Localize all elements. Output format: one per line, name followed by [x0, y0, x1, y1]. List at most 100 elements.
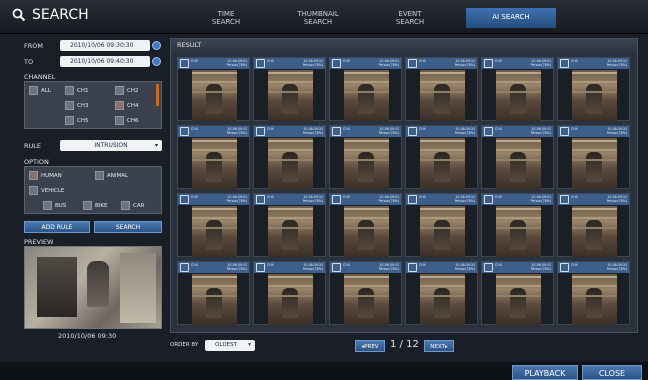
result-thumbnail[interactable]: CH4 10-06-09:31 Person(78%)	[329, 57, 402, 121]
close-button[interactable]: CLOSE	[582, 365, 642, 380]
zoom-icon[interactable]	[484, 127, 493, 136]
channel-ch5-checkbox[interactable]: CH5	[65, 116, 88, 125]
result-thumbnail[interactable]: CH4 10-06-09:31 Person(78%)	[177, 261, 250, 325]
zoom-icon[interactable]	[332, 59, 341, 68]
result-thumbnail[interactable]: CH4 10-06-09:31 Person(78%)	[177, 57, 250, 121]
result-thumbnail[interactable]: CH4 10-06-09:31 Person(78%)	[405, 57, 478, 121]
thumbnail-channel: CH4	[571, 59, 578, 63]
zoom-icon[interactable]	[332, 127, 341, 136]
playback-button[interactable]: PLAYBACK	[512, 365, 578, 380]
zoom-icon[interactable]	[256, 263, 265, 272]
zoom-icon[interactable]	[484, 263, 493, 272]
channel-box: ALL CH1 CH2 CH3 CH4 CH5 CH6	[24, 81, 162, 129]
result-thumbnail[interactable]: CH4 10-06-09:31 Person(78%)	[329, 193, 402, 257]
thumbnail-image	[572, 70, 617, 121]
zoom-icon[interactable]	[484, 195, 493, 204]
thumbnail-image	[420, 206, 465, 257]
zoom-icon[interactable]	[560, 127, 569, 136]
order-by-label: ORDER BY	[170, 342, 199, 348]
result-thumbnail[interactable]: CH4 10-06-09:31 Person(78%)	[557, 125, 630, 189]
tab-thumbnail-search[interactable]: THUMBNAIL SEARCH	[276, 8, 360, 28]
channel-ch2-checkbox[interactable]: CH2	[115, 86, 138, 95]
zoom-icon[interactable]	[180, 263, 189, 272]
zoom-icon[interactable]	[332, 263, 341, 272]
option-animal-checkbox[interactable]: ANIMAL	[95, 171, 128, 180]
order-select[interactable]: OLDEST ▾	[205, 340, 255, 351]
tab-event-search[interactable]: EVENT SEARCH	[368, 8, 452, 28]
channel-all-checkbox[interactable]: ALL	[29, 86, 51, 95]
option-bus-checkbox[interactable]: BUS	[43, 201, 66, 210]
prev-button[interactable]: ◂PREV	[355, 340, 385, 352]
thumbnail-channel: CH4	[267, 127, 274, 131]
thumbnail-image	[344, 206, 389, 257]
result-thumbnail[interactable]: CH4 10-06-09:31 Person(78%)	[253, 193, 326, 257]
search-button[interactable]: SEARCH	[94, 221, 162, 233]
channel-ch3-checkbox[interactable]: CH3	[65, 101, 88, 110]
result-thumbnail[interactable]: CH4 10-06-09:31 Person(78%)	[405, 193, 478, 257]
zoom-icon[interactable]	[180, 127, 189, 136]
zoom-icon[interactable]	[408, 263, 417, 272]
result-thumbnail[interactable]: CH4 10-06-09:31 Person(78%)	[557, 57, 630, 121]
to-field[interactable]: 2010/10/06 09:40:30	[60, 56, 150, 67]
thumbnail-channel: CH4	[191, 195, 198, 199]
result-thumbnail[interactable]: CH4 10-06-09:31 Person(78%)	[557, 261, 630, 325]
result-thumbnail[interactable]: CH4 10-06-09:31 Person(78%)	[481, 57, 554, 121]
page-indicator: 1 / 12	[390, 339, 419, 350]
result-thumbnail[interactable]: CH4 10-06-09:31 Person(78%)	[329, 125, 402, 189]
checkbox-icon	[29, 86, 38, 95]
zoom-icon[interactable]	[180, 195, 189, 204]
thumbnail-detection: Person(78%)	[454, 63, 475, 67]
preview-person	[87, 261, 109, 307]
from-field[interactable]: 2010/10/06 09:30:30	[60, 40, 150, 51]
zoom-icon[interactable]	[560, 195, 569, 204]
to-calendar-button[interactable]	[152, 57, 161, 66]
zoom-icon[interactable]	[408, 127, 417, 136]
zoom-icon[interactable]	[484, 59, 493, 68]
channel-scrollbar[interactable]	[156, 84, 159, 106]
thumbnail-image	[192, 206, 237, 257]
zoom-icon[interactable]	[256, 59, 265, 68]
result-thumbnail[interactable]: CH4 10-06-09:31 Person(78%)	[253, 125, 326, 189]
result-thumbnail[interactable]: CH4 10-06-09:31 Person(78%)	[557, 193, 630, 257]
tab-ai-search[interactable]: AI SEARCH	[466, 8, 556, 28]
thumbnail-channel: CH4	[343, 263, 350, 267]
checkbox-icon	[83, 201, 92, 210]
zoom-icon[interactable]	[256, 195, 265, 204]
zoom-icon[interactable]	[560, 263, 569, 272]
checkbox-icon	[65, 101, 74, 110]
thumbnail-channel: CH4	[191, 263, 198, 267]
thumbnail-image	[572, 138, 617, 189]
tab-time-search[interactable]: TIME SEARCH	[184, 8, 268, 28]
channel-ch4-checkbox[interactable]: CH4	[115, 101, 138, 110]
result-thumbnail[interactable]: CH4 10-06-09:31 Person(78%)	[481, 125, 554, 189]
zoom-icon[interactable]	[332, 195, 341, 204]
result-thumbnail[interactable]: CH4 10-06-09:31 Person(78%)	[177, 193, 250, 257]
result-thumbnail[interactable]: CH4 10-06-09:31 Person(78%)	[481, 261, 554, 325]
thumbnail-detection: Person(78%)	[454, 267, 475, 271]
from-calendar-button[interactable]	[152, 41, 161, 50]
thumbnail-channel: CH4	[419, 263, 426, 267]
add-rule-button[interactable]: ADD RULE	[24, 221, 90, 233]
rule-select[interactable]: INTRUSION ▾	[60, 140, 162, 151]
thumbnail-detection: Person(78%)	[378, 267, 399, 271]
next-button[interactable]: NEXT▸	[424, 340, 454, 352]
result-thumbnail[interactable]: CH4 10-06-09:31 Person(78%)	[329, 261, 402, 325]
result-thumbnail[interactable]: CH4 10-06-09:31 Person(78%)	[253, 261, 326, 325]
option-vehicle-checkbox[interactable]: VEHICLE	[29, 186, 64, 195]
option-human-checkbox[interactable]: HUMAN	[29, 171, 62, 180]
result-thumbnail[interactable]: CH4 10-06-09:31 Person(78%)	[481, 193, 554, 257]
zoom-icon[interactable]	[408, 195, 417, 204]
zoom-icon[interactable]	[256, 127, 265, 136]
zoom-icon[interactable]	[408, 59, 417, 68]
channel-ch6-checkbox[interactable]: CH6	[115, 116, 138, 125]
option-bike-checkbox[interactable]: BIKE	[83, 201, 107, 210]
option-car-checkbox[interactable]: CAR	[121, 201, 144, 210]
result-thumbnail[interactable]: CH4 10-06-09:31 Person(78%)	[253, 57, 326, 121]
result-thumbnail[interactable]: CH4 10-06-09:31 Person(78%)	[405, 125, 478, 189]
zoom-icon[interactable]	[560, 59, 569, 68]
zoom-icon[interactable]	[180, 59, 189, 68]
option-animal-label: ANIMAL	[107, 172, 129, 179]
channel-ch1-checkbox[interactable]: CH1	[65, 86, 88, 95]
result-thumbnail[interactable]: CH4 10-06-09:31 Person(78%)	[405, 261, 478, 325]
result-thumbnail[interactable]: CH4 10-06-09:31 Person(78%)	[177, 125, 250, 189]
